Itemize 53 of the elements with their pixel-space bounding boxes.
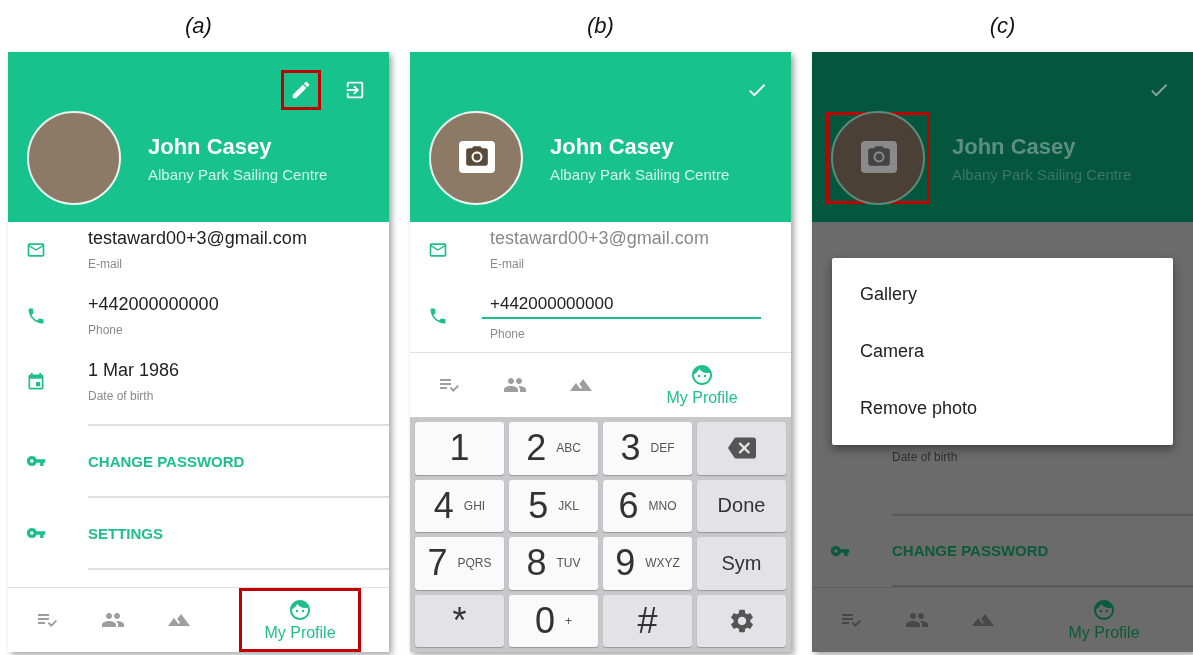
field-label: Phone bbox=[88, 323, 124, 337]
field-value: +442000000000 bbox=[88, 294, 220, 315]
edit-button[interactable] bbox=[281, 70, 321, 110]
club-name: Albany Park Sailing Centre bbox=[148, 165, 328, 183]
field-label: Phone bbox=[490, 327, 526, 341]
digit-key[interactable]: 9 WXYZ bbox=[603, 537, 692, 590]
user-name: John Casey bbox=[550, 133, 675, 160]
digit-key[interactable]: 0 + bbox=[509, 594, 598, 647]
digit-key[interactable]: 5 JKL bbox=[509, 479, 598, 532]
nav-label: My Profile bbox=[666, 389, 738, 407]
digit-key[interactable]: 7 PQRS bbox=[415, 537, 504, 590]
figure-caption: (b) bbox=[586, 12, 615, 40]
camera-icon[interactable] bbox=[459, 141, 495, 173]
calendar-icon bbox=[26, 372, 46, 392]
club-name: Albany Park Sailing Centre bbox=[952, 165, 1132, 183]
field-label: E-mail bbox=[490, 257, 525, 271]
symbol-key[interactable]: # bbox=[603, 594, 692, 647]
field-value: testaward00+3@gmail.com bbox=[490, 228, 710, 249]
digit-key[interactable]: 6 MNO bbox=[603, 479, 692, 532]
face-icon bbox=[690, 363, 714, 387]
exit-icon bbox=[344, 79, 366, 101]
face-icon bbox=[288, 598, 312, 622]
figure-caption: (a) bbox=[184, 12, 213, 40]
digit-key[interactable]: 8 TUV bbox=[509, 537, 598, 590]
pencil-icon bbox=[290, 79, 312, 101]
digit-key[interactable]: 3 DEF bbox=[603, 422, 692, 475]
phone-icon bbox=[26, 306, 46, 326]
field-label: E-mail bbox=[88, 257, 123, 271]
nav-label: My Profile bbox=[1068, 624, 1140, 642]
phone-icon bbox=[428, 306, 448, 326]
field-value: testaward00+3@gmail.com bbox=[88, 228, 308, 249]
digit-key[interactable]: 4 GHI bbox=[415, 479, 504, 532]
user-name: John Casey bbox=[952, 133, 1077, 160]
menu-item[interactable]: Camera bbox=[860, 323, 1173, 380]
action-key[interactable]: Done bbox=[697, 479, 786, 532]
symbol-key[interactable]: * bbox=[415, 594, 504, 647]
digit-key[interactable]: 2 ABC bbox=[509, 422, 598, 475]
club-name: Albany Park Sailing Centre bbox=[550, 165, 730, 183]
field-label: Date of birth bbox=[88, 389, 155, 403]
action-key[interactable]: Sym bbox=[697, 537, 786, 590]
user-name: John Casey bbox=[148, 133, 273, 160]
backspace-key[interactable] bbox=[697, 422, 786, 475]
digit-key[interactable]: 1 bbox=[415, 422, 504, 475]
field-value: 1 Mar 1986 bbox=[88, 360, 181, 381]
face-icon bbox=[1092, 598, 1116, 622]
mail-icon bbox=[428, 240, 448, 260]
phone-input-field[interactable]: +442000000000 bbox=[482, 294, 761, 319]
figure-caption: (c) bbox=[988, 12, 1017, 40]
menu-item[interactable]: Gallery bbox=[860, 266, 1173, 323]
settings-key[interactable] bbox=[697, 594, 786, 647]
nav-label: My Profile bbox=[264, 624, 336, 642]
mail-icon bbox=[26, 240, 46, 260]
menu-item[interactable]: Remove photo bbox=[860, 380, 1173, 437]
